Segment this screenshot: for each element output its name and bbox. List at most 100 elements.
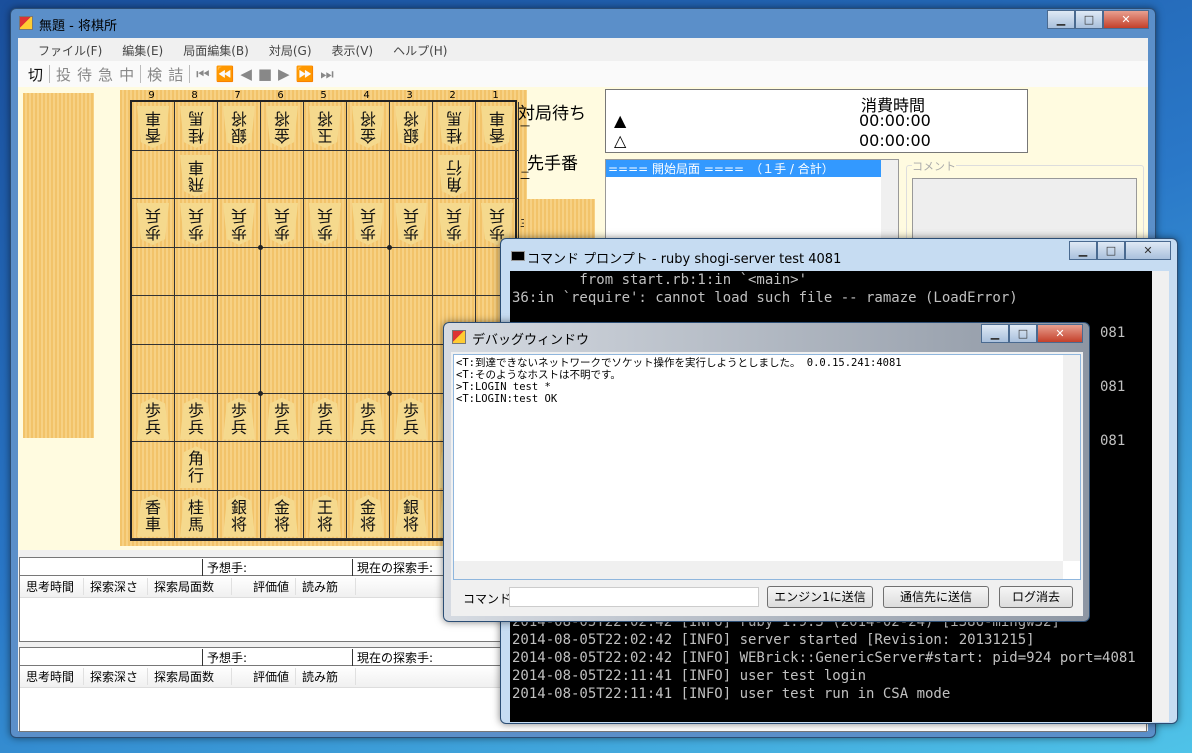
board-cell[interactable] — [261, 247, 304, 297]
debug-log[interactable]: <T:到達できないネットワークでソケット操作を実行しようとしました。 0.0.1… — [453, 354, 1081, 580]
column-header[interactable]: 評価値 — [232, 578, 296, 595]
send-to-engine-button[interactable]: エンジン1に送信 — [767, 586, 873, 608]
gote-piece[interactable]: 香車 — [481, 106, 513, 148]
column-header[interactable]: 思考時間 — [20, 668, 84, 685]
gote-piece[interactable]: 歩兵 — [223, 203, 255, 245]
board-cell[interactable] — [261, 150, 304, 200]
gote-piece[interactable]: 歩兵 — [352, 203, 384, 245]
board-cell[interactable] — [390, 442, 433, 491]
board-cell[interactable] — [347, 247, 390, 297]
console-scrollbar[interactable] — [1152, 271, 1169, 722]
sente-piece[interactable]: 歩兵 — [223, 397, 255, 440]
cmd-minimize-button[interactable]: ▁ — [1069, 241, 1097, 260]
sente-piece[interactable]: 歩兵 — [266, 397, 298, 440]
gote-piece[interactable]: 桂馬 — [180, 106, 212, 148]
toolbar-button[interactable]: ⏩ — [296, 65, 315, 83]
debug-close-button[interactable]: ✕ — [1037, 324, 1083, 343]
gote-piece[interactable]: 桂馬 — [438, 106, 470, 148]
menu-item[interactable]: 対局(G) — [269, 42, 312, 61]
gote-piece[interactable]: 金将 — [266, 106, 298, 148]
sente-piece[interactable]: 歩兵 — [137, 397, 169, 440]
kifu-item[interactable]: ==== 開始局面 ==== （１手 / 合計） — [606, 160, 881, 177]
board-cell[interactable] — [218, 150, 261, 200]
board-cell[interactable] — [218, 345, 261, 394]
board-cell[interactable] — [476, 150, 519, 200]
column-header[interactable]: 探索深さ — [84, 668, 148, 685]
sente-piece[interactable]: 歩兵 — [180, 397, 212, 440]
gote-piece[interactable]: 銀将 — [395, 106, 427, 148]
board-cell[interactable] — [390, 296, 433, 345]
close-button[interactable]: ✕ — [1103, 10, 1149, 29]
cmd-maximize-button[interactable]: □ — [1097, 241, 1125, 260]
title-bar[interactable]: 無題 - 将棋所 ▁ □ ✕ — [11, 9, 1155, 37]
toolbar-button[interactable]: 詰 — [168, 64, 183, 85]
board-cell[interactable] — [175, 296, 218, 345]
gote-piece[interactable]: 金将 — [352, 106, 384, 148]
column-header[interactable]: 探索深さ — [84, 578, 148, 595]
cmd-title-bar[interactable]: コマンド プロンプト - ruby shogi-server test 4081… — [501, 239, 1177, 267]
board-cell[interactable] — [347, 345, 390, 394]
command-input[interactable] — [509, 587, 759, 607]
sente-piece[interactable]: 桂馬 — [180, 494, 212, 537]
gote-piece[interactable]: 銀将 — [223, 106, 255, 148]
board-cell[interactable] — [261, 296, 304, 345]
board-cell[interactable] — [390, 247, 433, 297]
sente-piece[interactable]: 歩兵 — [352, 397, 384, 440]
board-cell[interactable] — [304, 296, 347, 345]
toolbar-button[interactable]: ⏭ — [320, 65, 334, 83]
sente-piece[interactable]: 王将 — [309, 494, 341, 537]
sente-piece[interactable]: 銀将 — [395, 494, 427, 537]
gote-piece[interactable]: 歩兵 — [137, 203, 169, 245]
toolbar-button[interactable]: 投 — [56, 64, 71, 85]
column-header[interactable]: 思考時間 — [20, 578, 84, 595]
board-cell[interactable] — [261, 345, 304, 394]
board-cell[interactable] — [304, 442, 347, 491]
board-cell[interactable] — [261, 442, 304, 491]
board-cell[interactable] — [433, 247, 476, 297]
toolbar-button[interactable]: ⏮ — [196, 65, 210, 83]
board-cell[interactable] — [304, 150, 347, 200]
gote-piece[interactable]: 歩兵 — [180, 203, 212, 245]
gote-piece[interactable]: 歩兵 — [266, 203, 298, 245]
board-cell[interactable] — [218, 247, 261, 297]
maximize-button[interactable]: □ — [1075, 10, 1103, 29]
toolbar-button[interactable]: ◀ — [240, 65, 252, 83]
sente-piece[interactable]: 金将 — [266, 494, 298, 537]
menu-item[interactable]: 表示(V) — [332, 42, 374, 61]
column-header[interactable]: 探索局面数 — [148, 668, 232, 685]
board-cell[interactable] — [347, 150, 390, 200]
board-cell[interactable] — [132, 345, 175, 394]
board-cell[interactable] — [347, 296, 390, 345]
board-cell[interactable] — [175, 247, 218, 297]
board-cell[interactable] — [304, 247, 347, 297]
debug-title-bar[interactable]: デバッグウィンドウ ▁ □ ✕ — [444, 323, 1089, 351]
gote-piece[interactable]: 飛車 — [180, 155, 212, 197]
sente-piece[interactable]: 香車 — [137, 494, 169, 537]
toolbar-button[interactable]: 待 — [77, 64, 92, 85]
toolbar-button[interactable]: 急 — [98, 64, 113, 85]
board-cell[interactable] — [132, 442, 175, 491]
column-header[interactable]: 読み筋 — [296, 668, 356, 685]
sente-piece[interactable]: 歩兵 — [309, 397, 341, 440]
gote-piece[interactable]: 歩兵 — [438, 203, 470, 245]
column-header[interactable]: 探索局面数 — [148, 578, 232, 595]
clear-log-button[interactable]: ログ消去 — [999, 586, 1073, 608]
debug-minimize-button[interactable]: ▁ — [981, 324, 1009, 343]
gote-piece[interactable]: 香車 — [137, 106, 169, 148]
toolbar-button[interactable]: 検 — [147, 64, 162, 85]
menu-item[interactable]: 編集(E) — [122, 42, 163, 61]
sente-piece[interactable]: 銀将 — [223, 494, 255, 537]
debug-maximize-button[interactable]: □ — [1009, 324, 1037, 343]
gote-piece[interactable]: 玉将 — [309, 106, 341, 148]
toolbar-button[interactable]: 中 — [119, 64, 134, 85]
debug-log-hscrollbar[interactable] — [454, 561, 1063, 579]
toolbar-button[interactable]: ■ — [258, 65, 272, 83]
gote-piece[interactable]: 歩兵 — [395, 203, 427, 245]
cmd-close-button[interactable]: ✕ — [1125, 241, 1171, 260]
board-cell[interactable] — [175, 345, 218, 394]
menu-item[interactable]: 局面編集(B) — [183, 42, 249, 61]
board-cell[interactable] — [132, 296, 175, 345]
gote-piece[interactable]: 歩兵 — [309, 203, 341, 245]
board-cell[interactable] — [218, 442, 261, 491]
toolbar-button[interactable]: ⏪ — [216, 65, 235, 83]
